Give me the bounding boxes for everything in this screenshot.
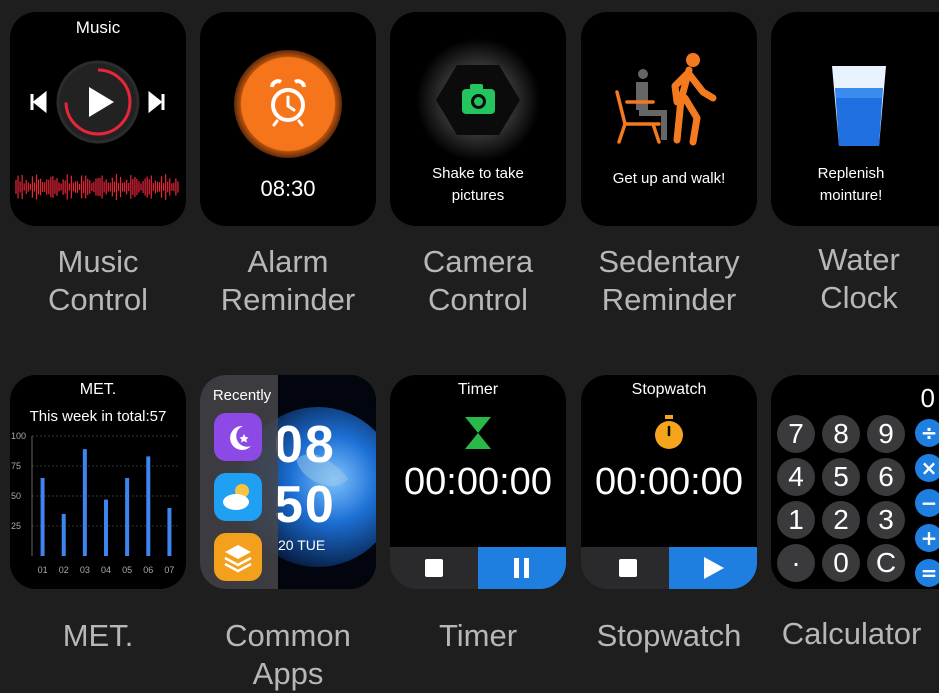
timer-controls: [390, 547, 566, 589]
met-caption: MET.: [62, 618, 134, 653]
calc-key[interactable]: 4: [777, 458, 815, 496]
stop-button[interactable]: [581, 547, 669, 589]
y-tick-label: 25: [11, 521, 21, 531]
alarm-reminder-caption: Alarm Reminder: [220, 244, 356, 317]
stopwatch-display: 00:00:00: [595, 461, 743, 503]
music-player-graphic: [15, 60, 179, 200]
music-control-caption: Music Control: [48, 244, 148, 317]
calc-key[interactable]: 1: [777, 501, 815, 539]
x-tick-label: 07: [164, 565, 174, 575]
calc-operator-key[interactable]: ÷: [915, 419, 939, 447]
stopwatch-title: Stopwatch: [631, 381, 707, 398]
x-tick-label: 05: [122, 565, 132, 575]
met-bar: [82, 449, 87, 556]
calc-key[interactable]: 9: [867, 415, 905, 453]
calc-key[interactable]: ·: [777, 544, 815, 582]
hourglass-icon: [465, 417, 491, 449]
sit-and-walk-icon: [615, 53, 717, 146]
water-clock-caption: Water Clock: [818, 242, 900, 315]
sedentary-reminder-caption: Sedentary Reminder: [598, 244, 740, 317]
calc-key[interactable]: 3: [867, 501, 905, 539]
y-tick-label: 75: [11, 461, 21, 471]
stop-button[interactable]: [390, 547, 478, 589]
y-tick-label: 100: [11, 431, 26, 441]
calc-operator-key[interactable]: ×: [915, 454, 939, 482]
camera-text: Shake to take pictures: [432, 165, 524, 204]
calc-key[interactable]: C: [867, 544, 905, 582]
moon-app-icon[interactable]: [214, 413, 262, 461]
alarm-reminder-tile[interactable]: 08:30: [200, 12, 376, 226]
common-apps-tile[interactable]: 08 50 20 TUE Recently: [200, 375, 376, 589]
stop-icon: [619, 559, 637, 577]
met-bar: [125, 478, 130, 556]
calc-key[interactable]: 6: [867, 458, 905, 496]
met-bar: [104, 499, 108, 556]
calc-key[interactable]: 7: [777, 415, 815, 453]
calc-operator-key[interactable]: +: [915, 524, 939, 552]
met-bar: [61, 514, 66, 556]
recently-label: Recently: [212, 387, 272, 404]
calculator-caption: Calculator: [781, 616, 922, 651]
camera-control-caption: Camera Control: [422, 244, 534, 317]
timer-tile[interactable]: Timer 00:00:00: [390, 375, 566, 589]
common-apps-caption: Common Apps: [225, 618, 351, 691]
stop-icon: [425, 559, 443, 577]
calc-operator-key[interactable]: =: [915, 559, 939, 587]
calc-key[interactable]: 0: [822, 544, 860, 582]
met-bar: [146, 456, 151, 556]
layers-app-icon[interactable]: [214, 533, 262, 581]
x-tick-label: 06: [143, 565, 153, 575]
camera-control-tile[interactable]: Shake to take pictures: [390, 12, 566, 226]
calculator-tile[interactable]: 0 7 8 9 4 5 6 1 2 3 · 0 C ÷ × − + =: [771, 375, 939, 589]
play-icon: [704, 557, 724, 579]
timer-title: Timer: [457, 381, 499, 398]
calculator-display: 0: [920, 383, 935, 413]
previous-icon: [30, 90, 47, 114]
clock-hour: 08: [274, 416, 336, 474]
music-control-tile[interactable]: Music: [10, 12, 186, 226]
sedentary-reminder-tile[interactable]: Get up and walk!: [581, 12, 757, 226]
x-tick-label: 02: [59, 565, 69, 575]
x-tick-label: 04: [101, 565, 111, 575]
sedentary-text: Get up and walk!: [612, 170, 726, 187]
calc-operator-key[interactable]: −: [915, 489, 939, 517]
start-button[interactable]: [669, 547, 757, 589]
x-tick-label: 01: [38, 565, 48, 575]
timer-caption: Timer: [438, 618, 518, 653]
recent-apps-panel: Recently: [200, 375, 278, 589]
stopwatch-tile[interactable]: Stopwatch 00:00:00: [581, 375, 757, 589]
next-icon: [148, 90, 165, 114]
water-clock-tile[interactable]: Replenish mointure!: [771, 12, 939, 226]
stopwatch-caption: Stopwatch: [596, 618, 742, 653]
calc-key[interactable]: 5: [822, 458, 860, 496]
pause-button[interactable]: [478, 547, 566, 589]
timer-display: 00:00:00: [404, 461, 552, 503]
y-tick-label: 50: [11, 491, 21, 501]
stopwatch-controls: [581, 547, 757, 589]
water-text: Replenish mointure!: [817, 165, 885, 204]
weather-app-icon[interactable]: [214, 473, 262, 521]
clock-date: 20 TUE: [278, 537, 326, 553]
x-tick-label: 03: [80, 565, 90, 575]
stopwatch-icon: [655, 415, 683, 449]
calc-key[interactable]: 8: [822, 415, 860, 453]
met-bar: [40, 478, 45, 556]
met-bar: [167, 508, 172, 556]
clock-minute: 50: [274, 476, 336, 534]
met-tile[interactable]: MET. This week in total:57 100 75 50 25 01 02…: [10, 375, 186, 589]
met-bar-chart: 100 75 50 25 01 02 03 04 05 06 07: [11, 431, 180, 575]
calc-key[interactable]: 2: [822, 501, 860, 539]
alarm-time: 08:30: [260, 176, 316, 201]
pause-icon: [512, 558, 532, 578]
